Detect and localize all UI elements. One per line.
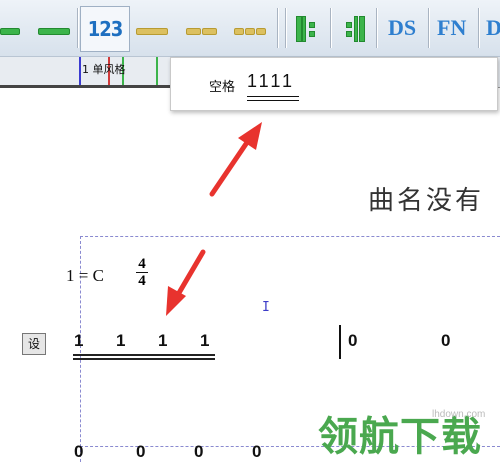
watermark-url: lhdown.com xyxy=(432,409,486,420)
arrow-down-icon xyxy=(166,249,206,316)
arrow-up-icon xyxy=(209,122,262,197)
annotation-arrows xyxy=(166,122,262,316)
